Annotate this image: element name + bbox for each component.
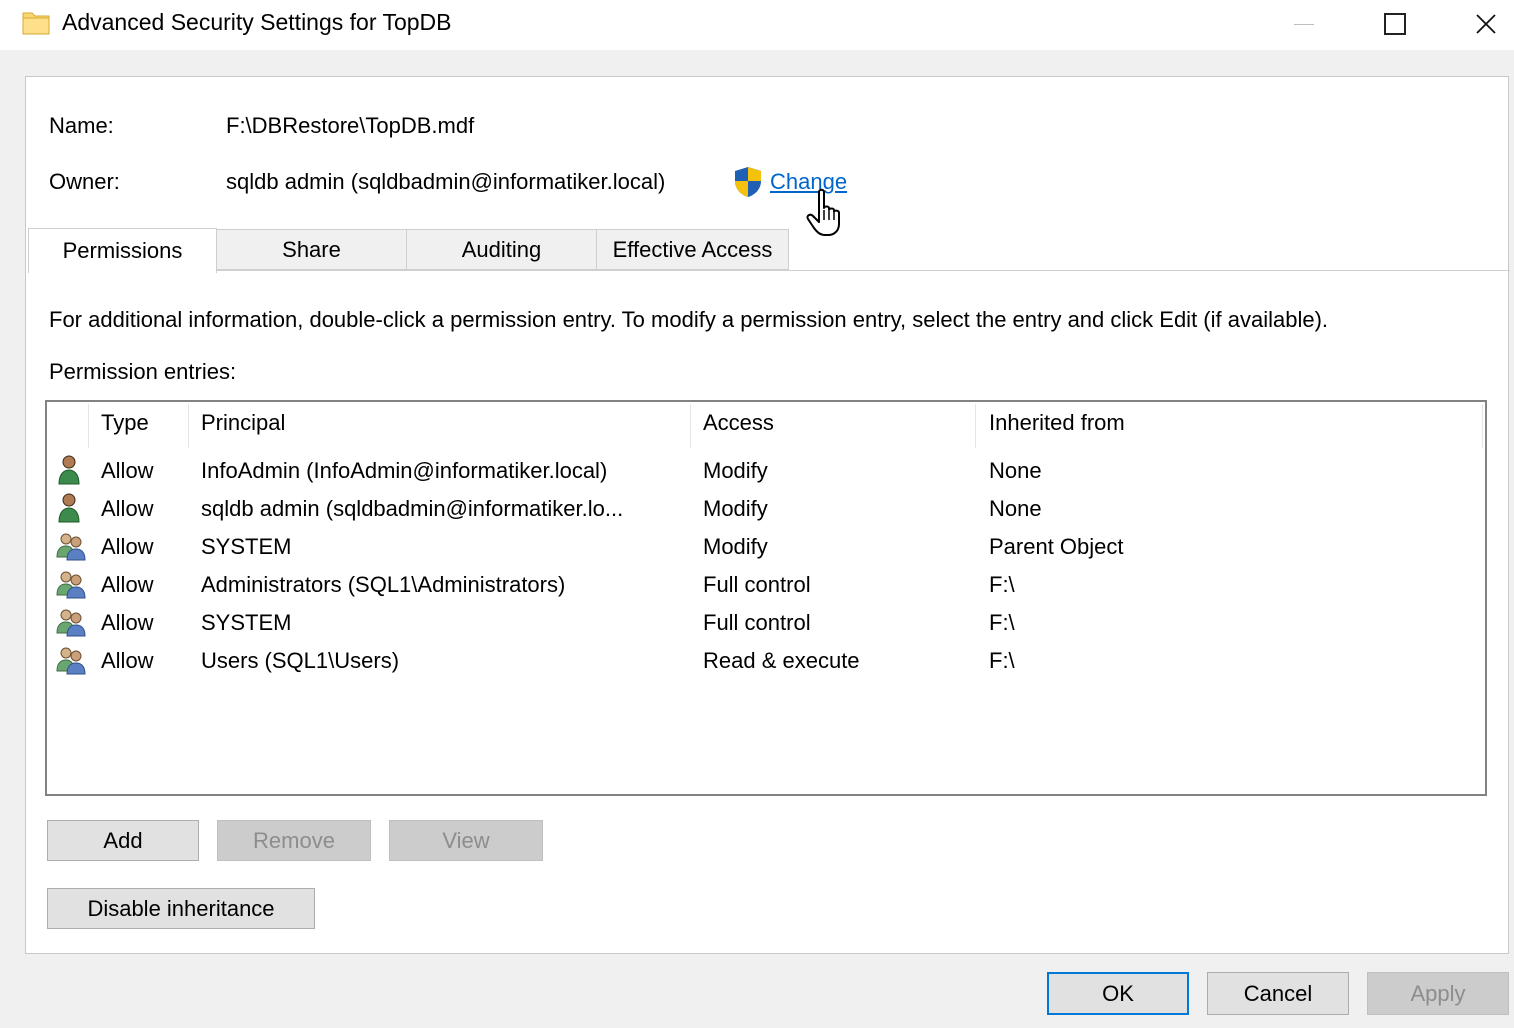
column-separator[interactable] bbox=[1482, 404, 1483, 448]
permission-entries-label: Permission entries: bbox=[49, 359, 237, 384]
tab-auditing[interactable]: Auditing bbox=[406, 229, 597, 270]
tab-share[interactable]: Share bbox=[216, 229, 407, 270]
cell-type: Allow bbox=[101, 534, 154, 559]
column-header-type[interactable]: Type bbox=[101, 410, 149, 436]
cell-principal: InfoAdmin (InfoAdmin@informatiker.local) bbox=[201, 458, 608, 483]
column-separator[interactable] bbox=[975, 404, 976, 448]
view-button[interactable]: View bbox=[389, 820, 543, 861]
table-row[interactable]: Allow SYSTEM Full control F:\ bbox=[48, 603, 1484, 641]
disable-inheritance-button[interactable]: Disable inheritance bbox=[47, 888, 315, 929]
column-header-principal[interactable]: Principal bbox=[201, 410, 285, 436]
cell-inherited-from: None bbox=[989, 496, 1042, 521]
cell-access: Modify bbox=[703, 534, 768, 559]
instructions-text: For additional information, double-click… bbox=[49, 307, 1329, 332]
cell-inherited-from: F:\ bbox=[989, 610, 1015, 635]
cell-type: Allow bbox=[101, 610, 154, 635]
cell-inherited-from: F:\ bbox=[989, 648, 1015, 673]
group-icon bbox=[56, 530, 86, 562]
cancel-button[interactable]: Cancel bbox=[1207, 972, 1349, 1015]
owner-value: sqldb admin (sqldbadmin@informatiker.loc… bbox=[226, 169, 666, 194]
window-title: Advanced Security Settings for TopDB bbox=[62, 9, 452, 35]
name-value: F:\DBRestore\TopDB.mdf bbox=[226, 113, 475, 138]
table-row[interactable]: Allow Users (SQL1\Users) Read & execute F:\ bbox=[48, 641, 1484, 679]
remove-button[interactable]: Remove bbox=[217, 820, 371, 861]
cell-principal: SYSTEM bbox=[201, 610, 292, 635]
column-header-inherited-from[interactable]: Inherited from bbox=[989, 410, 1125, 436]
owner-label: Owner: bbox=[49, 169, 120, 194]
cell-access: Full control bbox=[703, 572, 811, 597]
cell-inherited-from: F:\ bbox=[989, 572, 1015, 597]
ok-button[interactable]: OK bbox=[1047, 972, 1189, 1015]
column-separator[interactable] bbox=[690, 404, 691, 448]
cell-principal: Users (SQL1\Users) bbox=[201, 648, 400, 673]
close-icon bbox=[1476, 14, 1496, 34]
cell-access: Full control bbox=[703, 610, 811, 635]
column-header-access[interactable]: Access bbox=[703, 410, 774, 436]
name-label: Name: bbox=[49, 113, 114, 138]
uac-shield-icon bbox=[735, 167, 761, 197]
column-separator[interactable] bbox=[188, 404, 189, 448]
group-icon bbox=[56, 644, 86, 676]
close-button[interactable] bbox=[1446, 0, 1514, 48]
cell-principal: SYSTEM bbox=[201, 534, 292, 559]
cell-inherited-from: None bbox=[989, 458, 1042, 483]
table-row[interactable]: Allow sqldb admin (sqldbadmin@informatike… bbox=[48, 489, 1484, 527]
maximize-icon bbox=[1384, 13, 1406, 35]
user-icon bbox=[56, 492, 86, 524]
cell-access: Read & execute bbox=[703, 648, 860, 673]
cell-principal: sqldb admin (sqldbadmin@informatiker.lo.… bbox=[201, 496, 624, 521]
tab-effective-access[interactable]: Effective Access bbox=[596, 229, 789, 270]
group-icon bbox=[56, 606, 86, 638]
folder-icon bbox=[22, 12, 50, 35]
table-row[interactable]: Allow InfoAdmin (InfoAdmin@informatiker.l… bbox=[48, 451, 1484, 489]
cell-type: Allow bbox=[101, 458, 154, 483]
add-button[interactable]: Add bbox=[47, 820, 199, 861]
cell-inherited-from: Parent Object bbox=[989, 534, 1124, 559]
tab-permissions[interactable]: Permissions bbox=[28, 228, 217, 273]
cell-type: Allow bbox=[101, 572, 154, 597]
group-icon bbox=[56, 568, 86, 600]
tab-strip-border bbox=[216, 270, 1510, 271]
column-separator[interactable] bbox=[88, 404, 89, 448]
maximize-button[interactable] bbox=[1355, 0, 1435, 48]
minimize-icon bbox=[1294, 23, 1314, 25]
hand-cursor-icon bbox=[806, 188, 840, 236]
cell-type: Allow bbox=[101, 496, 154, 521]
cell-principal: Administrators (SQL1\Administrators) bbox=[201, 572, 566, 597]
apply-button[interactable]: Apply bbox=[1367, 972, 1509, 1015]
cell-access: Modify bbox=[703, 496, 768, 521]
table-row[interactable]: Allow SYSTEM Modify Parent Object bbox=[48, 527, 1484, 565]
cell-access: Modify bbox=[703, 458, 768, 483]
table-row[interactable]: Allow Administrators (SQL1\Administrators… bbox=[48, 565, 1484, 603]
cell-type: Allow bbox=[101, 648, 154, 673]
minimize-button[interactable] bbox=[1264, 0, 1344, 48]
user-icon bbox=[56, 454, 86, 486]
